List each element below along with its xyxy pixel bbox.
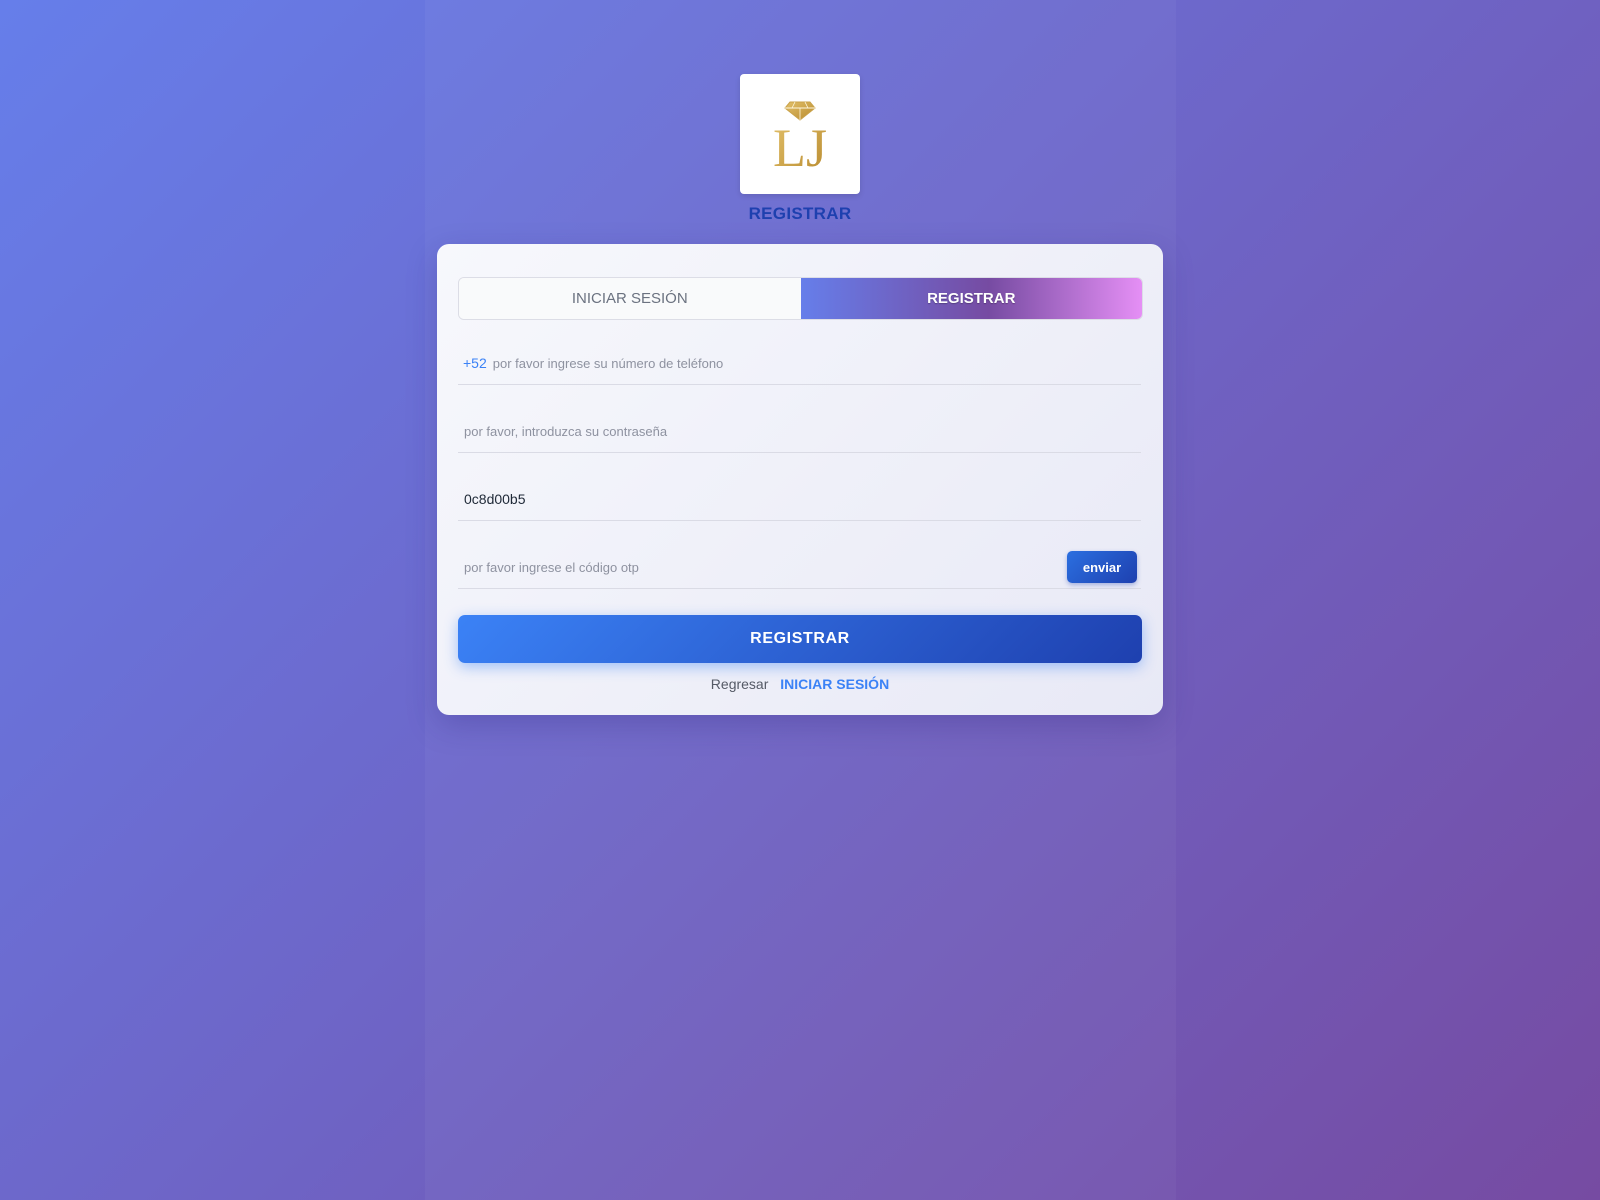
otp-field: enviar (458, 546, 1141, 589)
footer-switch-row: Regresar INICIAR SESIÓN (437, 676, 1163, 692)
phone-field: +52 (458, 342, 1141, 385)
auth-tabs: INICIAR SESIÓN REGISTRAR (458, 277, 1143, 320)
invite-code-field (458, 478, 1141, 521)
otp-input[interactable] (458, 552, 1067, 582)
lj-monogram-logo: LJ (773, 101, 827, 178)
auth-card: INICIAR SESIÓN REGISTRAR +52 enviar REGI… (437, 244, 1163, 715)
back-text: Regresar (710, 676, 769, 692)
password-field (458, 410, 1141, 453)
invite-code-input[interactable] (458, 484, 1141, 514)
page-title: REGISTRAR (748, 204, 852, 223)
password-input[interactable] (458, 416, 1141, 446)
login-link[interactable]: INICIAR SESIÓN (780, 676, 889, 692)
phone-input[interactable] (492, 348, 1141, 378)
tab-register[interactable]: REGISTRAR (800, 278, 1142, 319)
country-code-prefix: +52 (463, 355, 487, 371)
send-otp-button[interactable]: enviar (1067, 551, 1137, 583)
tab-login[interactable]: INICIAR SESIÓN (459, 278, 801, 319)
register-submit-button[interactable]: REGISTRAR (458, 615, 1142, 663)
brand-logo: LJ (740, 74, 860, 194)
logo-monogram-text: LJ (773, 118, 827, 178)
